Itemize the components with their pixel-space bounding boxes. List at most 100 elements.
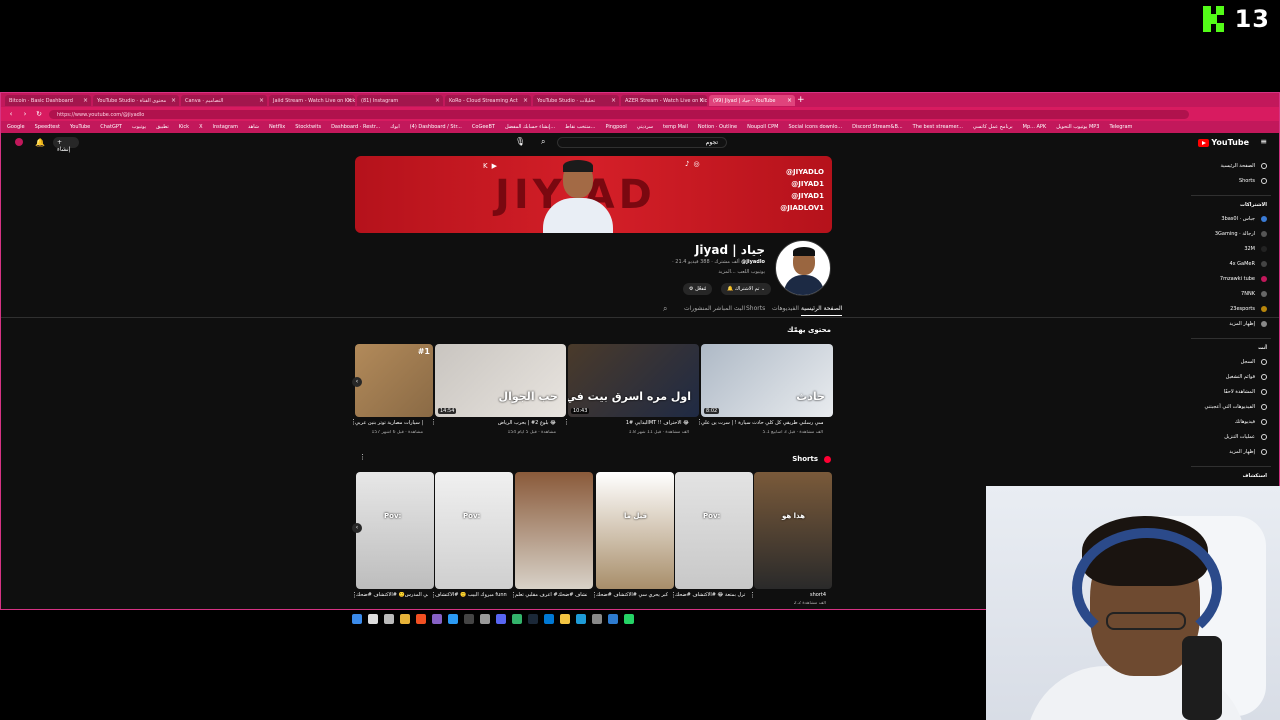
shorts-more-icon[interactable]: ⋮ (359, 453, 366, 461)
video-thumbnail[interactable]: اول مره اسرق بيت في 10:43 (568, 344, 699, 417)
bookmark-item[interactable]: Noupoll CPM (747, 124, 778, 130)
video-title[interactable]: بلوغ 2# | بحرب الرياض 😂 (435, 420, 556, 426)
bookmark-item[interactable]: يوتيوب التحويل MP3 (1056, 124, 1099, 130)
windows-icon[interactable] (352, 614, 362, 624)
short-title[interactable]: المقلب الاكبر يحري سي #الاكتشاف #ضحك (596, 592, 668, 598)
video-title[interactable]: البدايي #1 ‏MT !! الاحتراف 😂 (568, 420, 689, 426)
sidebar-item[interactable]: قوائم التشغيل (1226, 374, 1267, 380)
bookmark-item[interactable]: إنشاء حسابك المفضل... (505, 124, 555, 130)
bookmark-item[interactable]: Instagram (213, 124, 238, 130)
bookmark-item[interactable]: Speedtest (35, 124, 60, 130)
bookmark-item[interactable]: X (199, 124, 202, 130)
channel-tab[interactable]: Shorts (746, 305, 765, 312)
bookmark-item[interactable]: Mp... APK (1023, 124, 1047, 130)
short-thumbnail[interactable]: Pov: (675, 472, 753, 589)
browser-tab[interactable]: Bitcoin · Basic Dashboard × (5, 94, 91, 106)
close-tab-icon[interactable]: × (699, 97, 704, 104)
browser-tab[interactable]: Canva · التصاميم × (181, 94, 267, 106)
join-button[interactable]: ⚙ مُفعّل (683, 283, 713, 295)
sidebar-item[interactable]: الفيديوهات التي أعجبتني (1205, 404, 1267, 410)
sidebar-item[interactable]: السجل (1241, 359, 1267, 365)
channel-tab[interactable]: المنشورات (684, 305, 711, 312)
channel-tab[interactable]: البث المباشر (713, 305, 745, 312)
video-more-icon[interactable]: ⋮ (350, 418, 357, 426)
edge-icon[interactable] (576, 614, 586, 624)
sidebar-item[interactable]: عمليات التنزيل (1224, 434, 1267, 440)
bookmark-item[interactable]: Dashboard · Restr... (331, 124, 380, 130)
short-more-icon[interactable]: ⋮ (430, 591, 437, 599)
video-title[interactable]: الوك الاداخ | سيارات مصارية توتر بنين عر… (355, 420, 423, 426)
bookmark-item[interactable]: سرديتي (637, 124, 653, 130)
browser-tab[interactable]: YouTube Studio · تحليلات × (533, 94, 619, 106)
sidebar-item[interactable]: Shorts (1239, 178, 1267, 184)
steam-icon[interactable] (528, 614, 538, 624)
browser-tab[interactable]: YouTube Studio · محتوى القناة × (93, 94, 179, 106)
bookmark-item[interactable]: برنامج عمل كاتسي (973, 124, 1013, 130)
sidebar-subscription[interactable]: 32M (1244, 246, 1267, 252)
short-title[interactable]: احر مقلب ترل بمتعة 😂 #الاكتشاف #ضحك (675, 592, 747, 598)
folder-icon[interactable] (560, 614, 570, 624)
files-icon[interactable] (400, 614, 410, 624)
taskview-icon[interactable] (384, 614, 394, 624)
short-more-icon[interactable]: ⋮ (670, 591, 677, 599)
search-icon[interactable]: ⌕ (541, 137, 545, 147)
bookmark-item[interactable]: Telegram (1110, 124, 1133, 130)
bookmark-item[interactable]: Kick (179, 124, 189, 130)
obs-icon[interactable] (464, 614, 474, 624)
channel-tab[interactable]: الصفحة الرئيسية (801, 305, 843, 316)
channel-search-icon[interactable]: ⌕ (663, 304, 667, 314)
vpn-icon[interactable] (608, 614, 618, 624)
close-tab-icon[interactable]: × (347, 97, 352, 104)
bookmark-item[interactable]: Notion · Outline (698, 124, 737, 130)
browser-tab[interactable]: Jaiid Stream - Watch Live on Kick × (269, 94, 355, 106)
sidebar-subscription[interactable]: 3Gaming · ارجالة (1215, 231, 1267, 237)
bookmark-item[interactable]: شاهد (248, 124, 259, 130)
video-thumbnail[interactable]: حادث 8:02 (701, 344, 833, 417)
sidebar-item[interactable]: فيديوهاتك (1235, 419, 1267, 425)
discord-icon[interactable] (496, 614, 506, 624)
sidebar-item[interactable]: إظهار المزيد (1229, 449, 1267, 455)
sidebar-item[interactable]: المشاهدة لاحقًا (1224, 389, 1267, 395)
bookmark-item[interactable]: تطبيق (156, 124, 169, 130)
short-thumbnail[interactable]: هذا هو (754, 472, 832, 589)
bookmark-item[interactable]: Google (7, 124, 25, 130)
bookmark-item[interactable]: Stocktwits (295, 124, 321, 130)
close-tab-icon[interactable]: × (259, 97, 264, 104)
shorts-prev-icon[interactable]: ‹ (352, 523, 362, 533)
notifications-icon[interactable]: 🔔 (35, 138, 45, 147)
url-field[interactable]: https://www.youtube.com/@jiyadlo (49, 109, 1189, 119)
sidebar-subscription[interactable]: 7mzawki tube (1220, 276, 1267, 282)
browser-tab[interactable]: (99) Jiyad | جياد - YouTube × (709, 94, 795, 106)
short-title[interactable]: short4 (754, 592, 826, 598)
short-title[interactable]: اعرف مقلبي تعلم ‎#الاكتشاف #ضحك (515, 592, 587, 598)
video-thumbnail[interactable]: #1 (355, 344, 433, 417)
subscribed-button[interactable]: 🔔 تم الاشتراك ⌄ (721, 283, 772, 295)
bookmark-item[interactable]: Netflix (269, 124, 285, 130)
bookmark-item[interactable]: The best streamer... (913, 124, 963, 130)
account-avatar[interactable] (15, 138, 23, 146)
bookmark-item[interactable]: يوتيوب (132, 124, 146, 130)
youtube-logo[interactable]: YouTube (1198, 138, 1249, 147)
sidebar-item[interactable]: الصفحة الرئيسية (1221, 163, 1267, 169)
search-icon[interactable] (368, 614, 378, 624)
video-title[interactable]: عل سندق الفلسي رسلني طريقي كل كلي حادث س… (701, 420, 823, 426)
app-icon[interactable] (512, 614, 522, 624)
bookmark-item[interactable]: CoGeeBT (472, 124, 495, 130)
video-more-icon[interactable]: ⋮ (563, 418, 570, 426)
settings-icon[interactable] (480, 614, 490, 624)
bookmark-item[interactable]: منتخب نقاط... (565, 124, 595, 130)
bookmark-item[interactable]: Social icons downlo... (788, 124, 842, 130)
short-title[interactable]: مبروك البيب 🙁 #الاكتشاف funny# #ضحك (435, 592, 507, 598)
channel-avatar[interactable] (775, 240, 831, 296)
sidebar-subscription[interactable]: إظهار المزيد (1229, 321, 1267, 327)
short-more-icon[interactable]: ⋮ (749, 591, 756, 599)
search-input[interactable]: تجوم (557, 137, 727, 148)
bookmark-item[interactable]: (4) Dashboard / Str... (410, 124, 462, 130)
close-tab-icon[interactable]: × (523, 97, 528, 104)
sidebar-subscription[interactable]: 7NNK (1241, 291, 1267, 297)
close-tab-icon[interactable]: × (787, 97, 792, 104)
short-more-icon[interactable]: ⋮ (591, 591, 598, 599)
sidebar-subscription[interactable]: 3bas0l · جباس (1221, 216, 1267, 222)
close-tab-icon[interactable]: × (435, 97, 440, 104)
editor-icon[interactable] (432, 614, 442, 624)
